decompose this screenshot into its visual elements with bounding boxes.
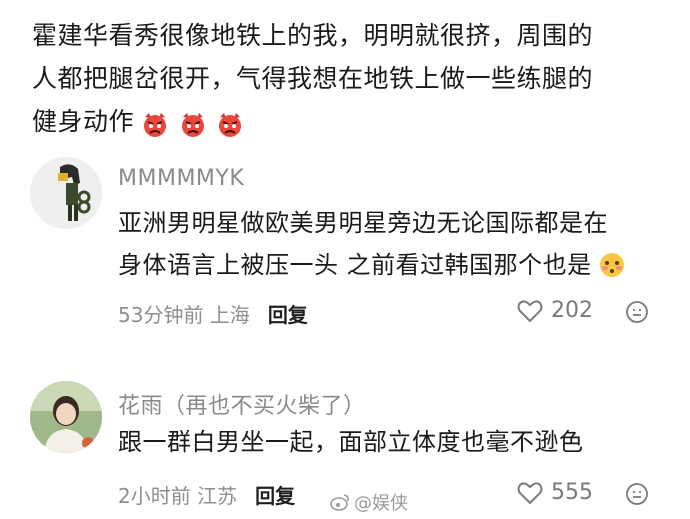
avatar[interactable] [30,381,102,453]
comment-username[interactable]: 花雨（再也不买火柴了） [118,388,366,420]
comment-meta: 2小时前 江苏 回复 [118,480,295,509]
comment-text-line-2: 身体语言上被压一头 之前看过韩国那个也是 [118,251,592,279]
like-heart-icon [517,481,543,504]
post-line-3-text: 健身动作 [32,107,135,136]
like-count: 202 [551,298,593,323]
comment-username[interactable]: MMMMMYK [118,166,244,191]
comment-time-location: 2小时前 江苏 [118,484,238,508]
avatar[interactable] [30,157,102,229]
like-button[interactable]: 555 [517,480,593,505]
weibo-logo-icon [330,494,349,511]
flushed-face-icon [599,253,624,277]
comment-text-line-2-wrap: 身体语言上被压一头 之前看过韩国那个也是 [118,244,625,286]
post-text: 霍建华看秀很像地铁上的我，明明就很挤，周围的 人都把腿岔很开，气得我想在地铁上做… [32,14,662,145]
like-count: 555 [551,480,593,505]
reply-button[interactable]: 回复 [268,303,308,327]
comment-meta: 53分钟前 上海 回复 [118,299,308,328]
post-line-2: 人都把腿岔很开，气得我想在地铁上做一些练腿的 [32,64,594,93]
dislike-face-icon[interactable] [625,482,649,506]
watermark: @娱侠 [330,489,408,515]
comment-text-line-1: 跟一群白男坐一起，面部立体度也毫不逊色 [118,428,584,456]
angry-face-icon [219,112,242,137]
comment-time-location: 53分钟前 上海 [118,303,250,327]
post-line-1: 霍建华看秀很像地铁上的我，明明就很挤，周围的 [32,21,594,50]
angry-emoji-group [142,102,246,145]
angry-face-icon [181,112,204,137]
reply-button[interactable]: 回复 [255,484,295,508]
like-button[interactable]: 202 [517,298,593,323]
angry-face-icon [144,112,167,137]
post-line-3: 健身动作 [32,100,662,145]
watermark-text: @娱侠 [354,493,408,514]
dislike-face-icon[interactable] [625,300,649,324]
comment-text-line-1: 亚洲男明星做欧美男明星旁边无论国际都是在 [118,209,608,237]
avatar-person-icon [30,381,102,453]
avatar-figure-icon [30,157,102,229]
like-heart-icon [517,299,543,322]
